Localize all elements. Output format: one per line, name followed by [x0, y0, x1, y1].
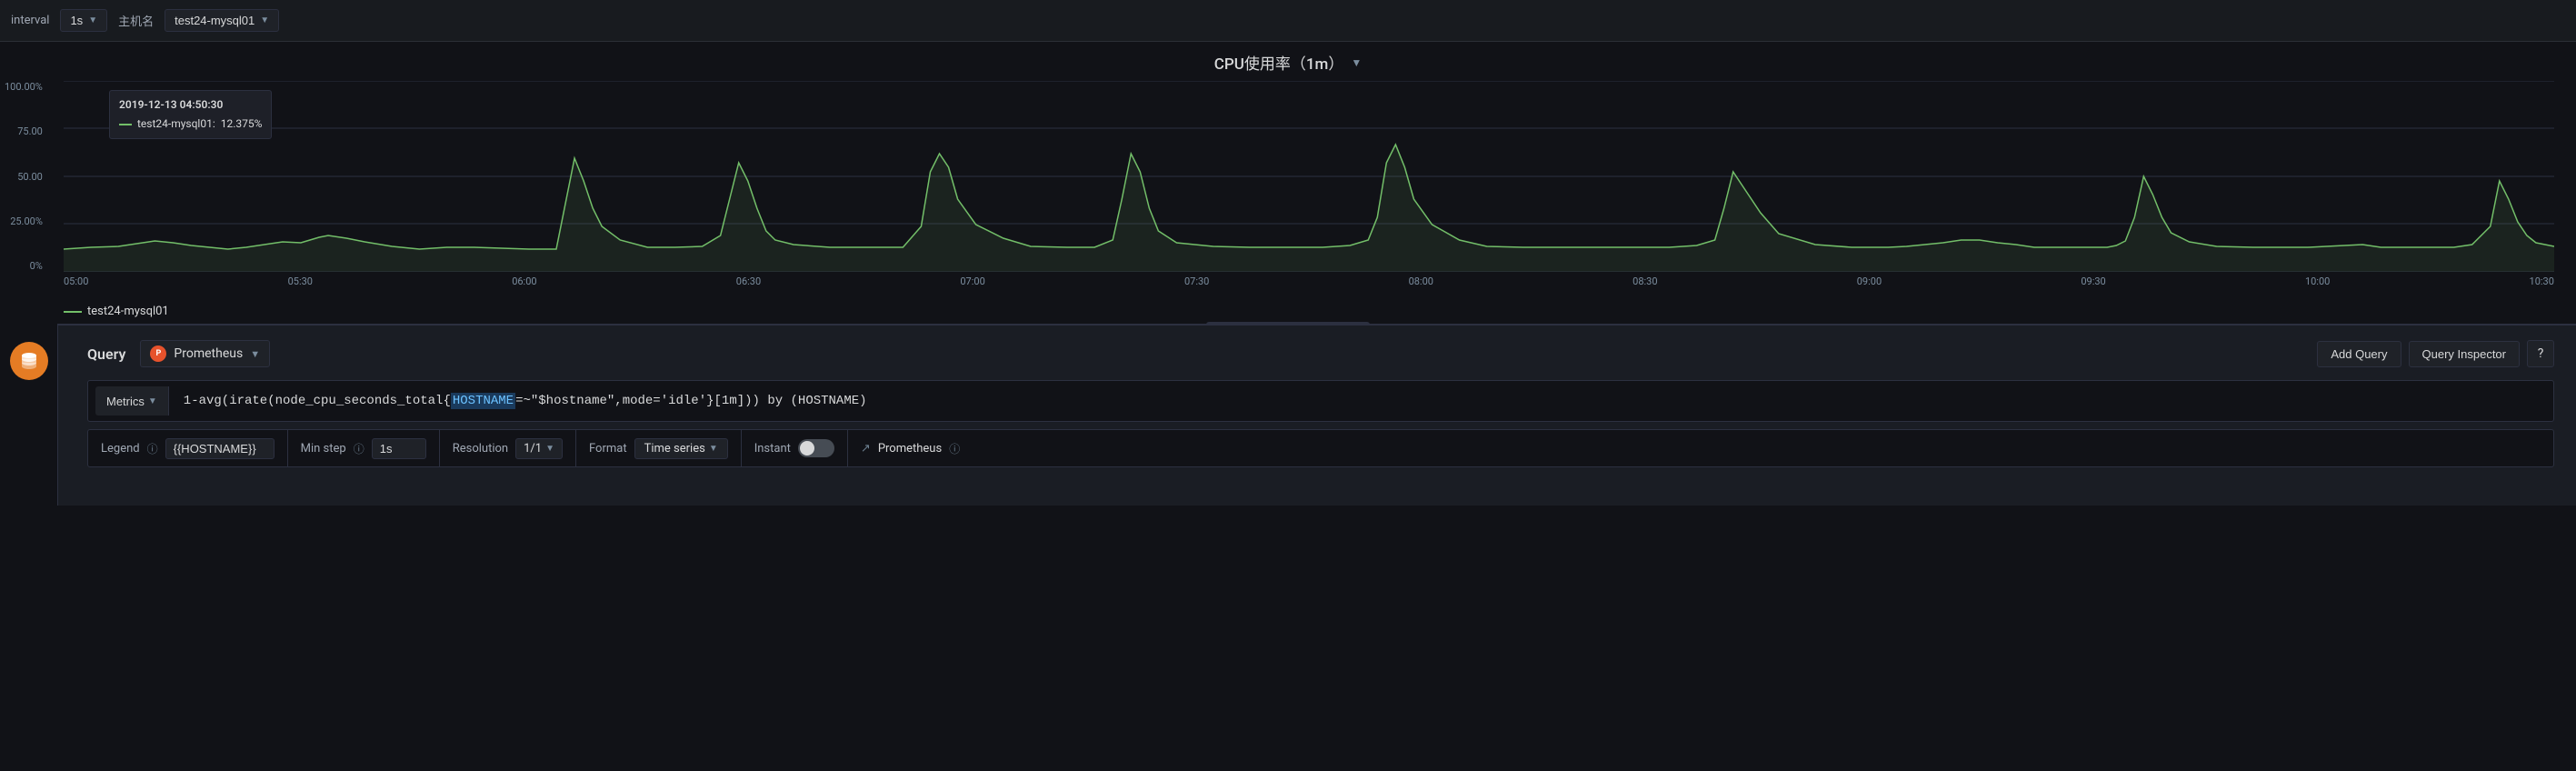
y-axis: 100.00% 75.00 50.00 25.00% 0%	[5, 81, 43, 272]
instant-label: Instant	[754, 442, 791, 456]
prometheus-link[interactable]: Prometheus	[878, 442, 942, 456]
expr-suffix: =~"$hostname",mode='idle'}[1m])) by (HOS…	[515, 394, 866, 408]
tooltip-series-name: test24-mysql01:	[137, 115, 215, 133]
chart-tooltip: 2019-12-13 04:50:30 test24-mysql01: 12.3…	[109, 90, 272, 139]
min-step-option-group: Min step ⓘ	[288, 430, 440, 466]
x-label-1000: 10:00	[2305, 275, 2330, 290]
instant-option-group: Instant	[742, 430, 848, 466]
interval-arrow-icon: ▼	[88, 15, 97, 25]
interval-dropdown[interactable]: 1s ▼	[60, 9, 107, 32]
toggle-knob	[800, 441, 814, 456]
format-option-group: Format Time series ▼	[576, 430, 742, 466]
format-arrow-icon: ▼	[709, 444, 718, 454]
external-link-icon: ↗	[861, 442, 871, 456]
x-label-0530: 05:30	[288, 275, 313, 290]
x-label-1030: 10:30	[2530, 275, 2554, 290]
chart-svg	[64, 81, 2554, 272]
resolution-value: 1/1	[524, 442, 542, 456]
datasource-label: Prometheus	[174, 346, 243, 361]
x-axis: 05:00 05:30 06:00 06:30 07:00 07:30 08:0…	[64, 272, 2554, 290]
options-row: Legend ⓘ Min step ⓘ Resolution 1/1 ▼ F	[87, 429, 2554, 467]
prometheus-brand-icon: P	[150, 345, 166, 362]
tooltip-date: 2019-12-13 04:50:30	[119, 96, 262, 114]
host-label: 主机名	[118, 12, 154, 29]
tooltip-series-dot	[119, 124, 132, 125]
query-header: Query P Prometheus ▼ Add Query Query Ins…	[87, 340, 2554, 367]
format-select[interactable]: Time series ▼	[634, 438, 728, 459]
query-main: Query P Prometheus ▼ Add Query Query Ins…	[65, 325, 2576, 478]
min-step-input[interactable]	[372, 438, 426, 459]
y-label-25: 25.00%	[10, 215, 43, 227]
help-button[interactable]: ?	[2527, 340, 2554, 367]
tooltip-series-value: 12.375%	[221, 115, 263, 133]
chart-title: CPU使用率（1m）	[1214, 51, 1344, 74]
chart-legend: test24-mysql01	[0, 299, 2576, 318]
format-value: Time series	[644, 442, 705, 456]
x-label-0600: 06:00	[512, 275, 536, 290]
sidebar-panel	[0, 324, 58, 506]
x-label-0730: 07:30	[1184, 275, 1209, 290]
x-label-0500: 05:00	[64, 275, 88, 290]
instant-toggle[interactable]	[798, 439, 834, 457]
query-header-right: Add Query Query Inspector ?	[2317, 340, 2554, 367]
tooltip-series: test24-mysql01: 12.375%	[119, 115, 262, 133]
resolution-select[interactable]: 1/1 ▼	[515, 438, 563, 459]
query-inspector-button[interactable]: Query Inspector	[2409, 341, 2521, 367]
top-bar: interval 1s ▼ 主机名 test24-mysql01 ▼	[0, 0, 2576, 42]
legend-input[interactable]	[165, 438, 275, 459]
x-label-0830: 08:30	[1632, 275, 1657, 290]
metrics-row: Metrics ▼ 1-avg(irate(node_cpu_seconds_t…	[87, 380, 2554, 422]
datasource-icon[interactable]	[10, 342, 48, 380]
x-label-0630: 06:30	[736, 275, 761, 290]
legend-info-icon[interactable]: ⓘ	[147, 441, 158, 456]
chart-title-row: CPU使用率（1m） ▼	[0, 51, 2576, 74]
legend-line-icon	[64, 311, 82, 313]
interval-label: interval	[11, 14, 49, 27]
resolution-arrow-icon: ▼	[545, 444, 554, 454]
resolution-option-group: Resolution 1/1 ▼	[440, 430, 576, 466]
expr-prefix: 1-avg(irate(node_cpu_seconds_total{	[184, 394, 451, 408]
resolution-label: Resolution	[453, 442, 508, 456]
metrics-arrow-icon: ▼	[148, 396, 157, 406]
prometheus-info-icon[interactable]: ⓘ	[949, 441, 960, 456]
min-step-label: Min step	[301, 442, 346, 456]
chart-container: CPU使用率（1m） ▼ 100.00% 75.00 50.00 25.00% …	[0, 42, 2576, 324]
x-label-0930: 09:30	[2081, 275, 2105, 290]
chart-title-arrow-icon[interactable]: ▼	[1351, 56, 1362, 69]
metrics-button[interactable]: Metrics ▼	[95, 386, 169, 416]
chart-wrap: 100.00% 75.00 50.00 25.00% 0% 2019-12-13…	[64, 81, 2554, 299]
legend-label: test24-mysql01	[87, 305, 169, 318]
min-step-info-icon[interactable]: ⓘ	[354, 441, 364, 456]
x-label-0800: 08:00	[1409, 275, 1433, 290]
host-dropdown[interactable]: test24-mysql01 ▼	[165, 9, 279, 32]
y-label-100: 100.00%	[5, 81, 43, 93]
query-expression[interactable]: 1-avg(irate(node_cpu_seconds_total{HOSTN…	[169, 390, 2553, 412]
legend-option-label: Legend	[101, 442, 140, 456]
legend-option-group: Legend ⓘ	[88, 430, 288, 466]
expr-highlight: HOSTNAME	[451, 393, 515, 409]
y-label-75: 75.00	[17, 125, 43, 137]
format-label: Format	[589, 442, 627, 456]
host-arrow-icon: ▼	[260, 15, 269, 25]
x-label-0900: 09:00	[1857, 275, 1882, 290]
prometheus-link-group: ↗ Prometheus ⓘ	[848, 430, 973, 466]
y-label-50: 50.00	[17, 171, 43, 183]
datasource-arrow-icon: ▼	[250, 348, 260, 360]
add-query-button[interactable]: Add Query	[2317, 341, 2401, 367]
x-label-0700: 07:00	[960, 275, 984, 290]
datasource-selector[interactable]: P Prometheus ▼	[140, 340, 270, 367]
y-label-0: 0%	[30, 260, 43, 272]
query-label: Query	[87, 345, 125, 363]
query-header-left: Query P Prometheus ▼	[87, 340, 270, 367]
